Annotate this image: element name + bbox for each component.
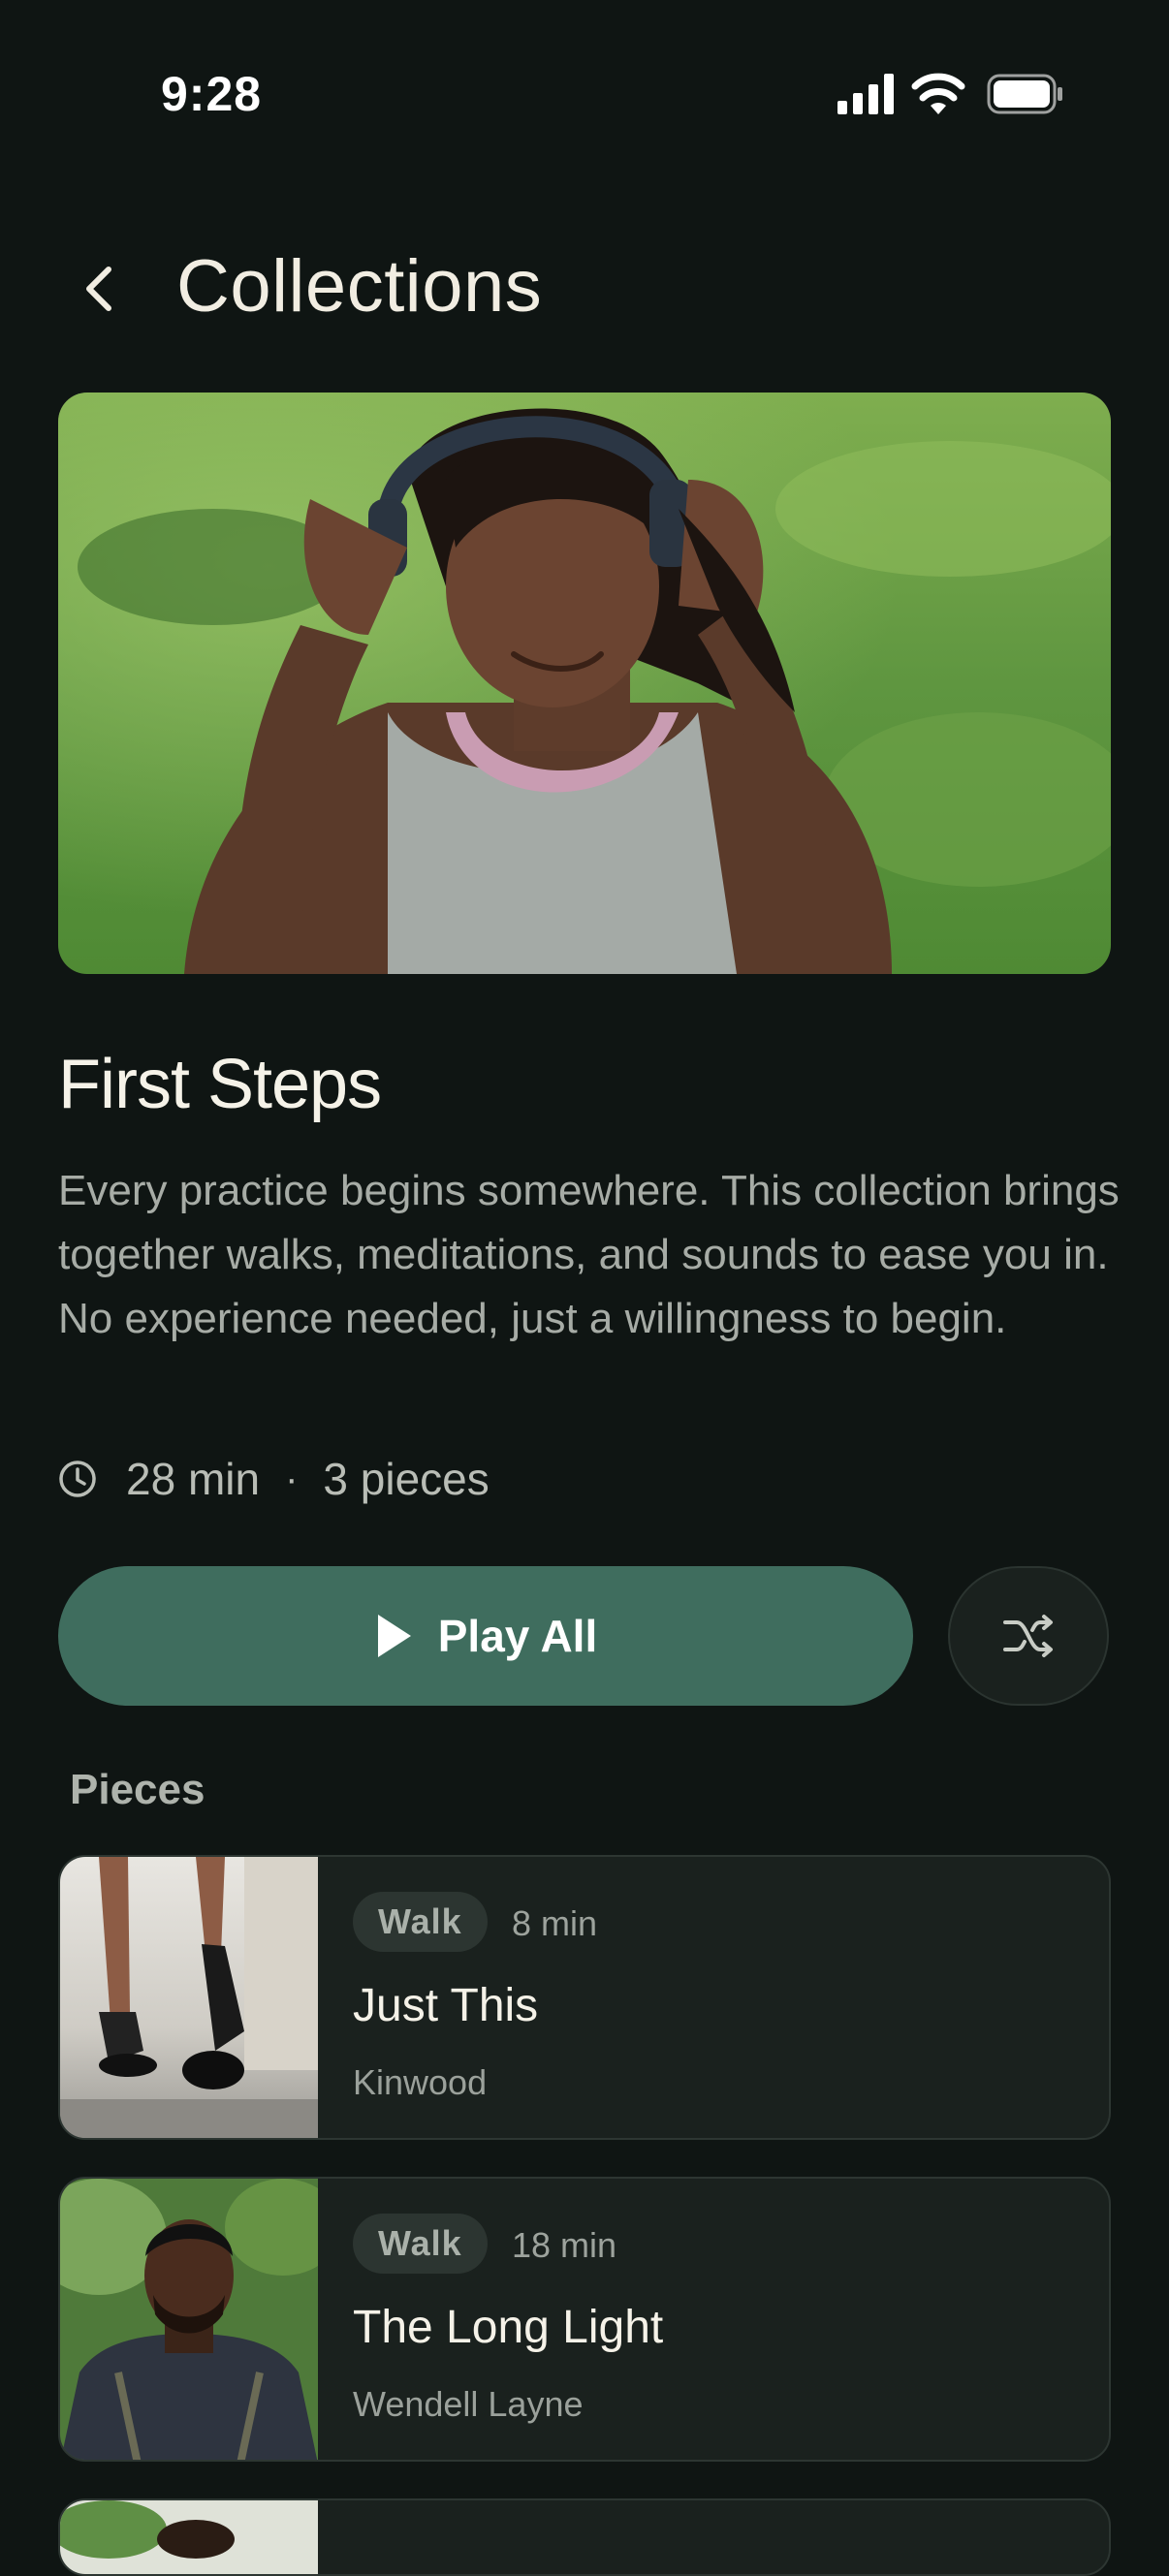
piece-title: Just This <box>353 1980 539 2031</box>
collection-title: First Steps <box>58 1046 382 1123</box>
piece-artist: Wendell Layne <box>353 2384 584 2424</box>
piece-thumbnail <box>60 2500 318 2574</box>
collection-description: Every practice begins somewhere. This co… <box>58 1167 1120 1342</box>
page-title: Collections <box>176 245 543 328</box>
piece-card[interactable]: Walk 8 min Just This Kinwood <box>58 1855 1111 2140</box>
status-bar: 9:28 <box>0 0 1169 184</box>
collection-hero-image <box>58 393 1111 974</box>
piece-card[interactable]: Walk 18 min The Long Light Wendell Layne <box>58 2177 1111 2462</box>
collection-duration: 28 min <box>126 1454 261 1504</box>
meta-separator: · <box>285 1457 299 1500</box>
collection-meta: 28 min · 3 pieces <box>58 1450 490 1508</box>
collection-piece-count: 3 pieces <box>323 1454 490 1504</box>
piece-thumbnail <box>60 1857 318 2138</box>
play-all-button[interactable]: Play All <box>58 1566 913 1706</box>
piece-type-tag: Walk <box>353 1892 488 1952</box>
wifi-icon <box>911 73 965 114</box>
status-time: 9:28 <box>161 67 263 121</box>
cellular-signal-icon <box>837 74 894 114</box>
battery-icon <box>987 74 1062 114</box>
shuffle-button[interactable] <box>948 1566 1109 1706</box>
clock-icon <box>59 1461 96 1497</box>
shuffle-icon <box>1003 1615 1053 1657</box>
piece-thumbnail <box>60 2179 341 2460</box>
play-icon <box>377 1615 411 1657</box>
piece-duration: 18 min <box>512 2225 617 2265</box>
piece-card[interactable] <box>58 2498 1111 2576</box>
piece-title: The Long Light <box>353 2302 664 2353</box>
pieces-section-label: Pieces <box>70 1766 205 1813</box>
play-all-label: Play All <box>437 1611 598 1661</box>
piece-type-tag: Walk <box>353 2214 488 2274</box>
piece-duration: 8 min <box>512 1903 598 1943</box>
piece-artist: Kinwood <box>353 2062 488 2102</box>
back-chevron-icon[interactable] <box>74 258 128 320</box>
